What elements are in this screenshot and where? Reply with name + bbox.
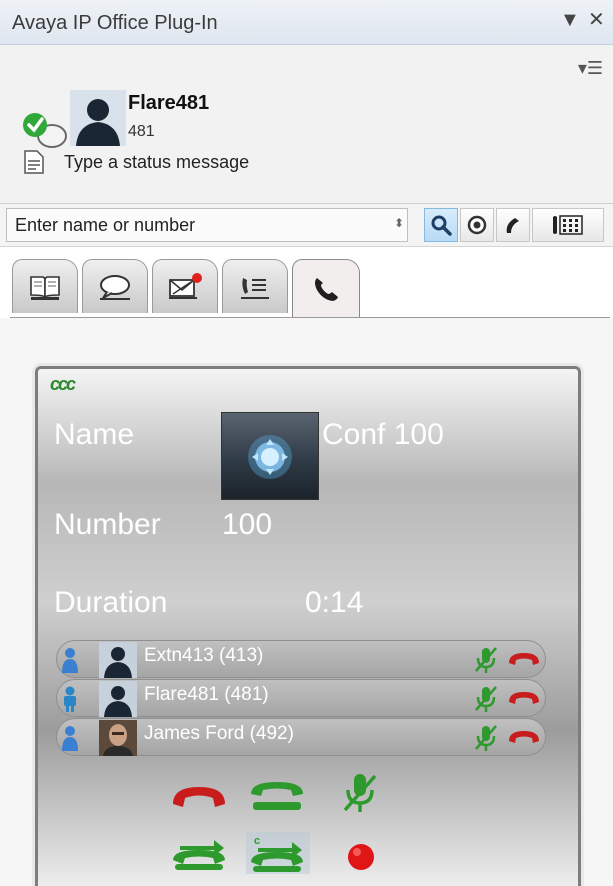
conference-image <box>221 412 319 500</box>
call-icon <box>506 218 519 233</box>
tab-directory[interactable] <box>12 259 78 313</box>
avatar <box>70 90 126 146</box>
participant-avatar <box>99 681 137 717</box>
phone-icon <box>315 277 338 301</box>
participant-avatar <box>99 642 137 678</box>
call-button[interactable] <box>496 208 530 242</box>
search-icon <box>431 215 452 236</box>
hangup-icon[interactable] <box>507 649 541 669</box>
tab-voicemail[interactable] <box>152 259 218 313</box>
voicemail-icon <box>169 272 202 299</box>
search-button[interactable] <box>424 208 458 242</box>
user-extension: 481 <box>128 123 155 140</box>
hangup-icon[interactable] <box>507 688 541 708</box>
self-type-icon <box>64 686 76 712</box>
search-bar: Enter name or number ⬍ <box>0 204 613 247</box>
number-label: Number <box>54 508 161 541</box>
user-type-icon <box>62 648 78 673</box>
conference-transfer-icon[interactable]: c <box>246 832 310 874</box>
name-label: Name <box>54 418 135 451</box>
participant-row[interactable]: Extn413 (413) <box>56 640 546 678</box>
participant-photo <box>99 720 137 756</box>
title-bar: Avaya IP Office Plug-In ▼ ✕ <box>0 0 613 45</box>
status-message-input[interactable]: Type a status message <box>64 152 249 173</box>
tab-call-history[interactable] <box>222 259 288 313</box>
conference-duration: 0:14 <box>305 586 364 619</box>
dialpad-button[interactable] <box>532 208 604 242</box>
svg-text:c: c <box>254 835 260 847</box>
presence-icon[interactable] <box>22 110 68 150</box>
user-type-icon <box>62 726 78 751</box>
participant-name: Extn413 (413) <box>144 645 264 666</box>
search-input[interactable]: Enter name or number <box>6 208 408 242</box>
menu-icon[interactable]: ▾☰ <box>578 58 603 79</box>
duration-label: Duration <box>54 586 168 619</box>
hangup-icon[interactable] <box>507 727 541 747</box>
call-history-icon <box>241 277 269 299</box>
close-icon[interactable]: ✕ <box>588 10 605 30</box>
dropdown-arrow-icon[interactable]: ▼ <box>560 10 580 30</box>
mute-icon[interactable] <box>340 770 380 816</box>
window-title: Avaya IP Office Plug-In <box>12 12 218 34</box>
mute-icon[interactable] <box>473 684 499 714</box>
user-name: Flare481 <box>128 92 210 114</box>
transfer-icon[interactable] <box>170 836 228 872</box>
mute-icon[interactable] <box>473 723 499 753</box>
mute-icon[interactable] <box>473 645 499 675</box>
tab-bar <box>0 247 613 321</box>
conference-icon: ccc <box>50 374 76 394</box>
directory-icon <box>30 275 60 300</box>
spinner-arrows-icon[interactable]: ⬍ <box>394 216 404 230</box>
hangup-icon[interactable] <box>170 782 228 812</box>
voicemail-icon <box>467 215 487 235</box>
participant-name: Flare481 (481) <box>144 684 269 705</box>
participant-row[interactable]: James Ford (492) <box>56 718 546 756</box>
conference-name: Conf 100 <box>322 418 444 451</box>
voicemail-button[interactable] <box>460 208 494 242</box>
conference-room-icon <box>248 435 292 479</box>
note-icon <box>24 150 44 174</box>
dialpad-icon <box>553 215 583 235</box>
tab-messaging[interactable] <box>82 259 148 313</box>
participant-row[interactable]: Flare481 (481) <box>56 679 546 717</box>
chat-icon <box>100 274 130 300</box>
participant-name: James Ford (492) <box>144 723 294 744</box>
tab-calls[interactable] <box>292 259 360 317</box>
conference-number: 100 <box>222 508 273 541</box>
record-icon[interactable] <box>344 840 378 874</box>
hold-icon[interactable] <box>248 778 306 814</box>
